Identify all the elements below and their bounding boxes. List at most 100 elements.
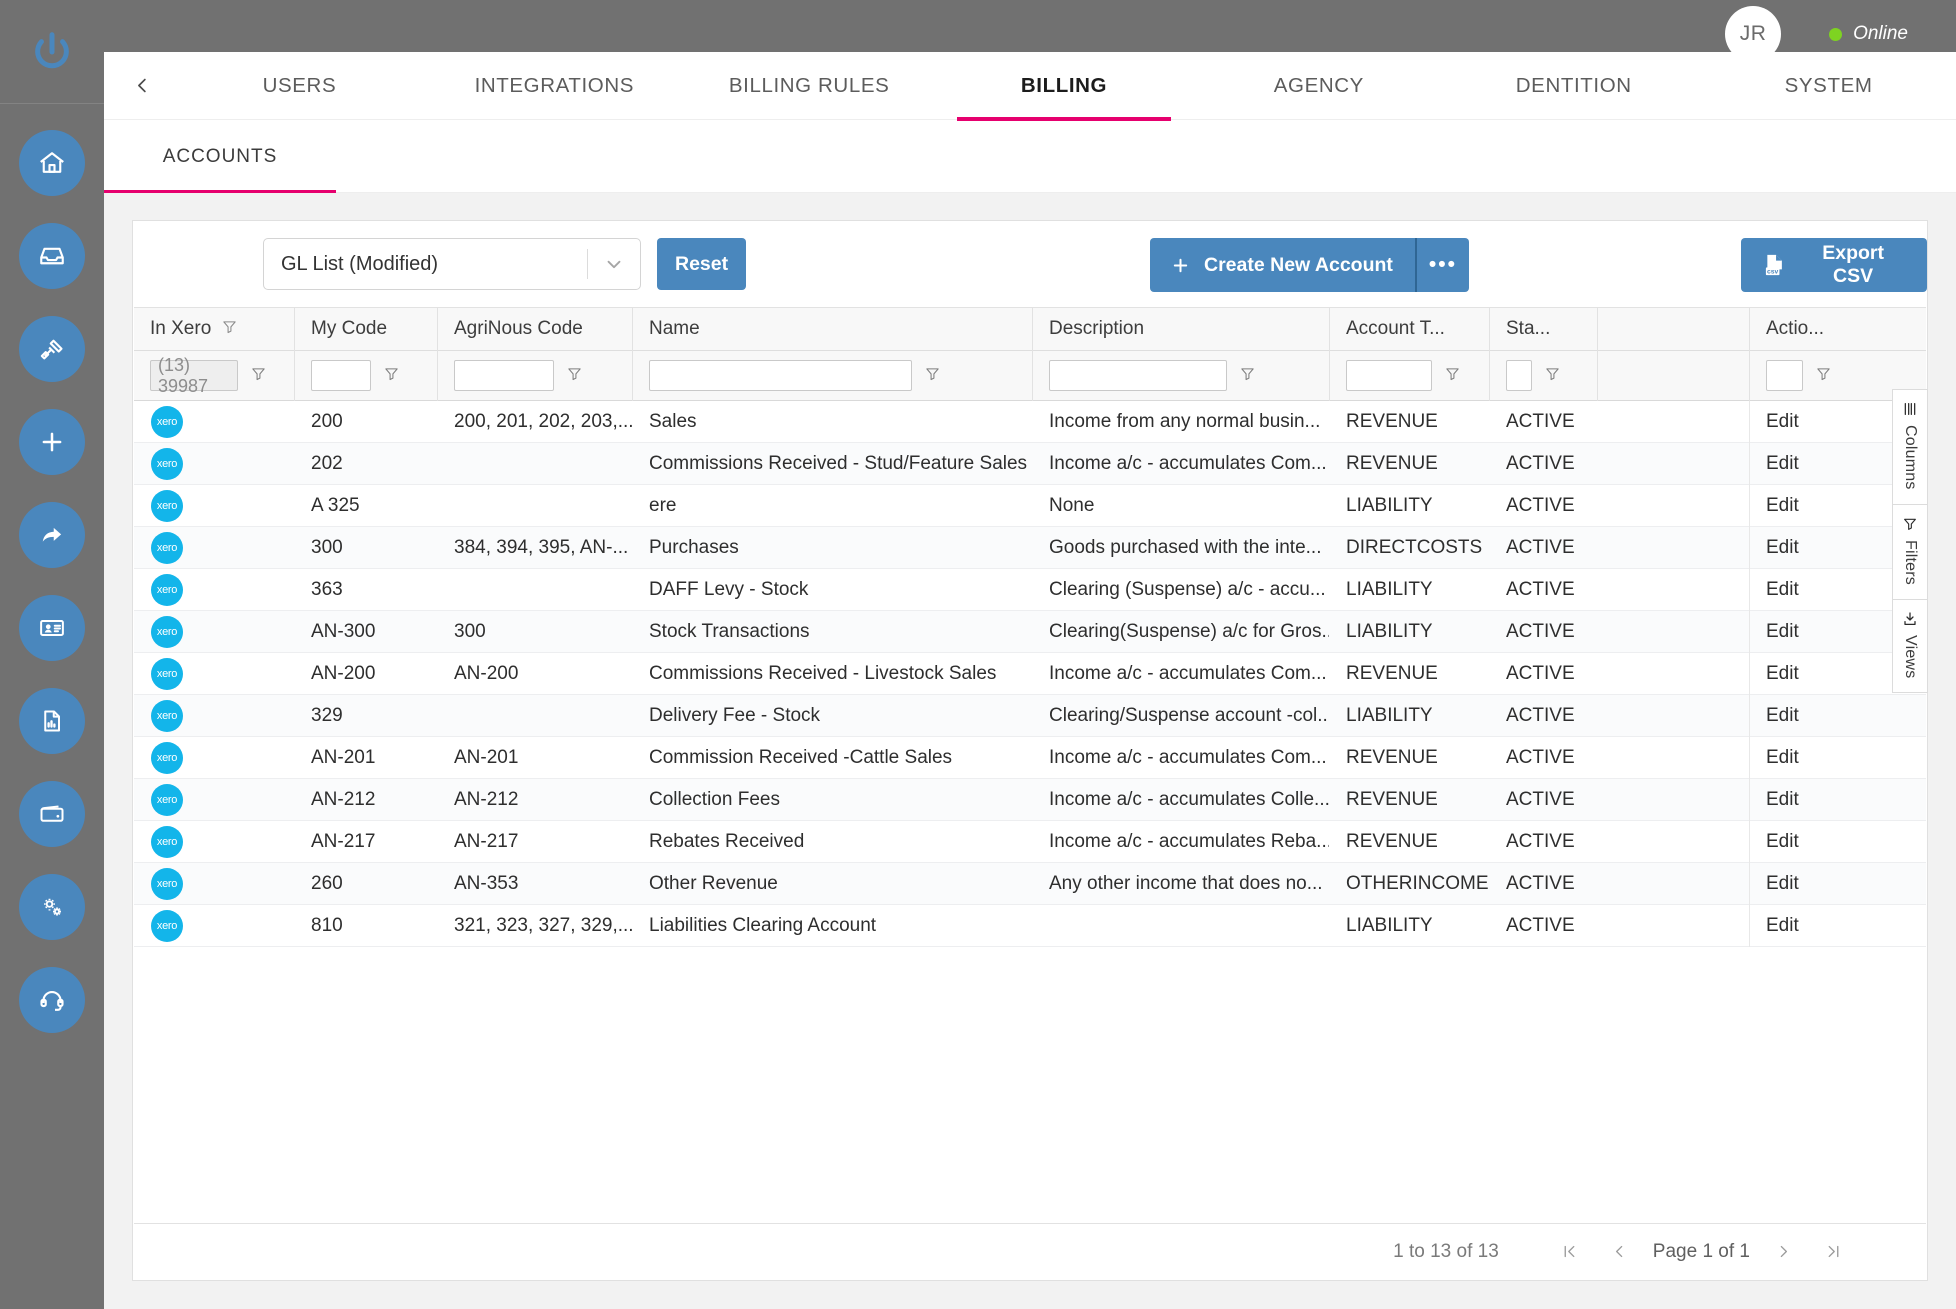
funnel-icon[interactable] — [1444, 365, 1461, 387]
sidebar-item-transfer[interactable] — [19, 502, 85, 568]
column-header-name[interactable]: Name — [632, 307, 1032, 351]
edit-link[interactable]: Edit — [1749, 568, 1884, 611]
table-row[interactable]: xero 329 Delivery Fee - Stock Clearing/Susp… — [134, 694, 1926, 737]
tab-billing[interactable]: BILLING — [937, 52, 1192, 121]
funnel-icon[interactable] — [250, 365, 267, 387]
filter-input-actions[interactable] — [1766, 360, 1803, 391]
tab-dentition[interactable]: DENTITION — [1446, 52, 1701, 120]
column-header-agrinous[interactable]: AgriNous Code — [437, 307, 632, 351]
filters-tool-label: Filters — [1902, 539, 1919, 585]
column-header-in_xero[interactable]: In Xero — [134, 307, 294, 351]
cell-description: Income a/c - accumulates Com... — [1049, 662, 1327, 684]
sidebar-item-contacts[interactable] — [19, 595, 85, 661]
edit-link[interactable]: Edit — [1749, 736, 1884, 779]
subtab-accounts[interactable]: ACCOUNTS — [104, 120, 336, 194]
cell-my-code: 810 — [311, 914, 343, 936]
cell-description: Any other income that does no... — [1049, 872, 1323, 894]
export-csv-button[interactable]: csv Export CSV — [1741, 238, 1927, 292]
filter-input-name[interactable] — [649, 360, 912, 391]
table-row[interactable]: xero AN-200 AN-200 Commissions Received - L… — [134, 652, 1926, 695]
filter-input-in_xero[interactable]: (13) 39987 — [150, 355, 238, 396]
views-tool-button[interactable]: Views — [1892, 598, 1928, 693]
xero-badge-icon: xero — [151, 741, 183, 774]
cell-account-type: LIABILITY — [1346, 494, 1433, 516]
sidebar-item-create[interactable] — [19, 409, 85, 475]
edit-link[interactable]: Edit — [1749, 442, 1884, 485]
table-row[interactable]: xero AN-212 AN-212 Collection Fees Income a/… — [134, 778, 1926, 821]
table-row[interactable]: xero AN-300 300 Stock Transactions Clearing(… — [134, 610, 1926, 653]
filters-tool-button[interactable]: Filters — [1892, 503, 1928, 599]
filter-input-account_type[interactable] — [1346, 360, 1432, 391]
first-page-button[interactable] — [1545, 1227, 1595, 1277]
wallet-icon — [40, 805, 64, 822]
table-row[interactable]: xero 260 AN-353 Other Revenue Any other inco… — [134, 862, 1926, 905]
grid-filter-row: (13) 39987 — [134, 350, 1926, 401]
sidebar-item-home[interactable] — [19, 130, 85, 196]
funnel-icon[interactable] — [383, 365, 400, 387]
column-header-spacer[interactable] — [1597, 307, 1749, 351]
edit-link[interactable]: Edit — [1749, 652, 1884, 695]
table-row[interactable]: xero AN-201 AN-201 Commission Received -Cat… — [134, 736, 1926, 779]
cell-status: ACTIVE — [1506, 536, 1575, 558]
filter-input-description[interactable] — [1049, 360, 1227, 391]
edit-link[interactable]: Edit — [1749, 610, 1884, 653]
last-page-button[interactable] — [1808, 1227, 1858, 1277]
funnel-icon[interactable] — [566, 365, 583, 387]
filter-input-status[interactable] — [1506, 360, 1532, 391]
next-page-button[interactable] — [1758, 1227, 1808, 1277]
funnel-icon[interactable] — [1544, 365, 1561, 387]
column-header-account_type[interactable]: Account T... — [1329, 307, 1489, 351]
cell-status: ACTIVE — [1506, 578, 1575, 600]
sidebar-item-settings[interactable] — [19, 874, 85, 940]
funnel-icon[interactable] — [924, 365, 941, 387]
columns-tool-button[interactable]: Columns — [1892, 389, 1928, 504]
column-header-description[interactable]: Description — [1032, 307, 1329, 351]
sidebar-item-reports[interactable] — [19, 688, 85, 754]
edit-link[interactable]: Edit — [1749, 694, 1884, 737]
cell-description: Clearing(Suspense) a/c for Gros... — [1049, 620, 1329, 642]
reset-button[interactable]: Reset — [657, 238, 747, 290]
table-row[interactable]: xero 200 200, 201, 202, 203,... Sales Income… — [134, 401, 1926, 443]
tab-system[interactable]: SYSTEM — [1701, 52, 1956, 120]
tab-billing-rules[interactable]: BILLING RULES — [682, 52, 937, 120]
app-logo[interactable] — [0, 0, 104, 104]
cell-name: Commissions Received - Stud/Feature Sale… — [649, 452, 1028, 474]
column-header-my_code[interactable]: My Code — [294, 307, 437, 351]
tab-agency[interactable]: AGENCY — [1191, 52, 1446, 120]
xero-badge-icon: xero — [151, 783, 183, 816]
edit-link[interactable]: Edit — [1749, 904, 1884, 947]
edit-link[interactable]: Edit — [1749, 862, 1884, 905]
create-new-account-button[interactable]: Create New Account — [1150, 238, 1415, 292]
view-select[interactable]: GL List (Modified) — [263, 238, 641, 290]
sidebar-item-wallet[interactable] — [19, 781, 85, 847]
table-row[interactable]: xero AN-217 AN-217 Rebates Received Income a… — [134, 820, 1926, 863]
funnel-icon[interactable] — [1239, 365, 1256, 387]
tab-users[interactable]: USERS — [172, 52, 427, 120]
table-row[interactable]: xero 202 Commissions Received - Stud/Featu… — [134, 442, 1926, 485]
table-row[interactable]: xero A 325 ere None LIABILITY ACTIVE Edit — [134, 484, 1926, 527]
sidebar-item-inbox[interactable] — [19, 223, 85, 289]
create-more-button[interactable]: ••• — [1414, 238, 1469, 292]
column-header-actions[interactable]: Actio... — [1749, 307, 1884, 351]
filter-input-my_code[interactable] — [311, 360, 371, 391]
table-row[interactable]: xero 363 DAFF Levy - Stock Clearing (Suspen… — [134, 568, 1926, 611]
edit-link[interactable]: Edit — [1749, 820, 1884, 863]
cell-account-type: LIABILITY — [1346, 620, 1433, 642]
sidebar-item-auction[interactable] — [19, 316, 85, 382]
column-header-status[interactable]: Sta... — [1489, 307, 1597, 351]
edit-link[interactable]: Edit — [1749, 484, 1884, 527]
table-row[interactable]: xero 300 384, 394, 395, AN-... Purchases Goo… — [134, 526, 1926, 569]
table-row[interactable]: xero 810 321, 323, 327, 329,... Liabilities… — [134, 904, 1926, 947]
tab-integrations[interactable]: INTEGRATIONS — [427, 52, 682, 120]
funnel-icon — [221, 318, 238, 341]
funnel-icon[interactable] — [1815, 365, 1832, 387]
prev-page-button[interactable] — [1595, 1227, 1645, 1277]
edit-link[interactable]: Edit — [1749, 778, 1884, 821]
edit-link[interactable]: Edit — [1749, 526, 1884, 569]
filter-input-agrinous[interactable] — [454, 360, 554, 391]
column-header-label: Name — [649, 318, 700, 339]
edit-link[interactable]: Edit — [1749, 401, 1884, 443]
sidebar-item-support[interactable] — [19, 967, 85, 1033]
back-button[interactable] — [112, 52, 172, 120]
cell-status: ACTIVE — [1506, 914, 1575, 936]
